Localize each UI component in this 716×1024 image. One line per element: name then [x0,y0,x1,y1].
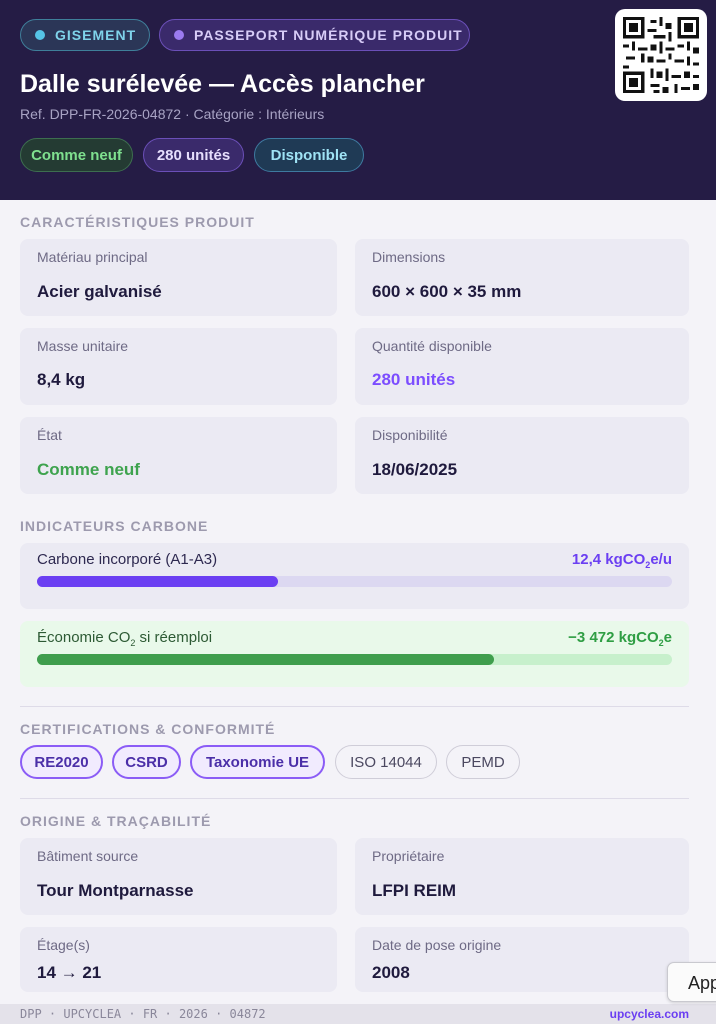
reuse-savings-track [37,654,672,665]
spec-label: Matériau principal [37,249,148,265]
origin-label: Date de pose origine [372,937,502,953]
origin-card-owner: Propriétaire LFPI REIM [355,838,689,915]
spec-card-quantity: Quantité disponible 280 unités [355,328,689,405]
reuse-savings-label: Économie CO2 si réemploi [37,629,213,648]
cert-iso-14044: ISO 14044 [335,745,437,779]
app-button[interactable]: App [667,962,716,1002]
footer-link[interactable]: upcyclea.com [610,1007,689,1021]
spec-value: 18/06/2025 [372,460,458,479]
embodied-carbon-metric: Carbone incorporé (A1-A3) 12,4 kgCO2e/u [20,543,689,609]
origin-section-title: ORIGINE & TRAÇABILITÉ [20,813,212,829]
spec-card-material: Matériau principal Acier galvanisé [20,239,337,316]
origin-value: 2008 [372,963,410,982]
quantity-chip: 280 unités [143,138,244,172]
certs-section-title: CERTIFICATIONS & CONFORMITÉ [20,721,276,737]
spec-label: Dimensions [372,249,446,265]
product-title: Dalle surélevée — Accès plancher [20,70,425,98]
product-reference: Ref. DPP-FR-2026-04872 · Catégorie : Int… [20,106,325,122]
cert-csrd: CSRD [112,745,181,779]
section-divider [20,798,689,799]
spec-card-availability: Disponibilité 18/06/2025 [355,417,689,494]
origin-label: Bâtiment source [37,848,139,864]
embodied-carbon-track [37,576,672,587]
spec-value: 8,4 kg [37,370,86,389]
origin-value: Tour Montparnasse [37,881,194,900]
gisement-tag: GISEMENT [20,19,150,51]
origin-card-install-date: Date de pose origine 2008 [355,927,689,992]
spec-value: Acier galvanisé [37,282,162,301]
spec-label: Quantité disponible [372,338,492,354]
gisement-tag-label: GISEMENT [55,27,137,43]
section-divider [20,706,689,707]
origin-card-floors: Étage(s) 14 → 21 [20,927,337,992]
origin-label: Étage(s) [37,937,90,953]
spec-value: Comme neuf [37,460,140,479]
spec-card-mass: Masse unitaire 8,4 kg [20,328,337,405]
passport-tag: PASSEPORT NUMÉRIQUE PRODUIT [159,19,470,51]
gisement-dot-icon [35,30,45,40]
product-header: GISEMENT PASSEPORT NUMÉRIQUE PRODUIT Dal… [0,0,716,200]
origin-label: Propriétaire [372,848,445,864]
availability-chip: Disponible [254,138,364,172]
passport-tag-label: PASSEPORT NUMÉRIQUE PRODUIT [194,27,463,43]
passport-dot-icon [174,30,184,40]
cert-taxonomie-ue: Taxonomie UE [190,745,325,779]
spec-label: Disponibilité [372,427,448,443]
carbon-section-title: INDICATEURS CARBONE [20,518,209,534]
app-button-label: App [688,973,716,993]
embodied-carbon-bar [37,576,279,587]
condition-chip: Comme neuf [20,138,133,172]
reuse-savings-bar [37,654,495,665]
spec-label: État [37,427,62,443]
qr-code-icon[interactable] [615,9,707,101]
cert-re2020: RE2020 [20,745,103,779]
footer-code: DPP · UPCYCLEA · FR · 2026 · 04872 [20,1007,266,1021]
embodied-carbon-value: 12,4 kgCO2e/u [571,551,672,570]
origin-value: 14 → 21 [37,963,102,982]
spec-value: 600 × 600 × 35 mm [372,282,522,301]
spec-card-condition: État Comme neuf [20,417,337,494]
spec-value: 280 unités [372,370,456,389]
specs-section-title: CARACTÉRISTIQUES PRODUIT [20,214,255,230]
spec-label: Masse unitaire [37,338,129,354]
reuse-savings-metric: Économie CO2 si réemploi −3 472 kgCO2e [20,621,689,687]
reuse-savings-value: −3 472 kgCO2e [568,629,672,648]
origin-card-building: Bâtiment source Tour Montparnasse [20,838,337,915]
embodied-carbon-label: Carbone incorporé (A1-A3) [37,551,218,568]
spec-card-dimensions: Dimensions 600 × 600 × 35 mm [355,239,689,316]
page-footer: DPP · UPCYCLEA · FR · 2026 · 04872 upcyc… [0,1004,716,1024]
origin-value: LFPI REIM [372,881,457,900]
cert-pemd: PEMD [446,745,520,779]
